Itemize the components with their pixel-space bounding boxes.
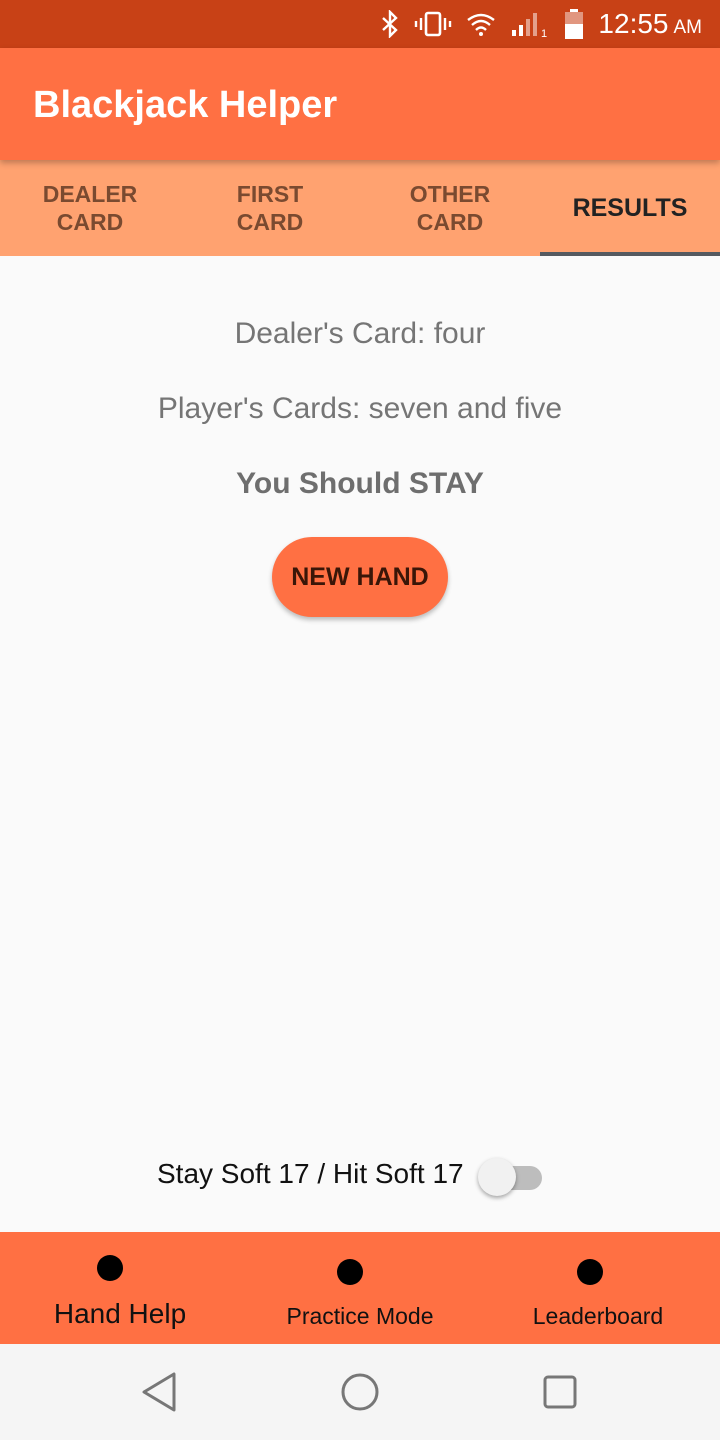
player-cards-text: Player's Cards: seven and five — [157, 392, 563, 425]
tab-results[interactable]: RESULTS — [540, 160, 720, 256]
recents-icon[interactable] — [536, 1370, 584, 1414]
tab-first-card-label: FIRST CARD — [236, 181, 304, 235]
back-icon[interactable] — [136, 1370, 184, 1414]
bottom-nav: Hand Help Practice Mode Leaderboard — [0, 1232, 720, 1344]
soft-17-switch[interactable] — [478, 1156, 542, 1196]
advice-text: You Should STAY — [236, 467, 484, 500]
tab-bar: DEALER CARD FIRST CARD OTHER CARD RESULT… — [0, 160, 720, 256]
status-icons: 1 12:55 AM — [380, 0, 702, 48]
nav-hand-help-label: Hand Help — [53, 1298, 187, 1329]
tab-other-card-label: OTHER CARD — [409, 181, 491, 235]
signal-icon: 1 — [512, 13, 548, 38]
battery-icon — [565, 9, 584, 39]
hand-help-icon — [97, 1255, 123, 1281]
nav-hand-help[interactable]: Hand Help — [0, 1232, 240, 1344]
clock-ampm: AM — [673, 17, 703, 38]
tab-first-card[interactable]: FIRST CARD — [180, 160, 360, 256]
results-panel: Dealer's Card: four Player's Cards: seve… — [0, 256, 720, 1232]
leaderboard-icon — [577, 1259, 603, 1285]
clock: 12:55 AM — [598, 8, 702, 40]
nav-leaderboard-label: Leaderboard — [532, 1303, 664, 1329]
nav-practice-mode-label: Practice Mode — [286, 1303, 434, 1329]
system-nav-bar — [0, 1344, 720, 1440]
app-bar: Blackjack Helper — [0, 48, 720, 160]
status-bar: 1 12:55 AM — [0, 0, 720, 48]
switch-thumb — [478, 1158, 516, 1196]
new-hand-button[interactable]: NEW HAND — [272, 537, 448, 617]
tab-dealer-card-label: DEALER CARD — [42, 181, 138, 235]
tab-dealer-card[interactable]: DEALER CARD — [0, 160, 180, 256]
sim-slot-label: 1 — [541, 28, 547, 38]
bluetooth-icon — [382, 10, 399, 38]
tab-results-label: RESULTS — [572, 194, 688, 222]
dealer-card-text: Dealer's Card: four — [234, 317, 486, 350]
practice-mode-icon — [337, 1259, 363, 1285]
soft-17-toggle-row: Stay Soft 17 / Hit Soft 17 — [0, 1152, 720, 1200]
nav-leaderboard[interactable]: Leaderboard — [480, 1232, 720, 1344]
vibrate-icon — [415, 11, 452, 37]
app-title: Blackjack Helper — [33, 84, 338, 126]
nav-practice-mode[interactable]: Practice Mode — [240, 1232, 480, 1344]
clock-time: 12:55 — [598, 8, 669, 39]
soft-17-toggle-label: Stay Soft 17 / Hit Soft 17 — [157, 1158, 464, 1189]
tab-other-card[interactable]: OTHER CARD — [360, 160, 540, 256]
wifi-icon — [467, 13, 496, 36]
home-icon[interactable] — [336, 1370, 384, 1414]
